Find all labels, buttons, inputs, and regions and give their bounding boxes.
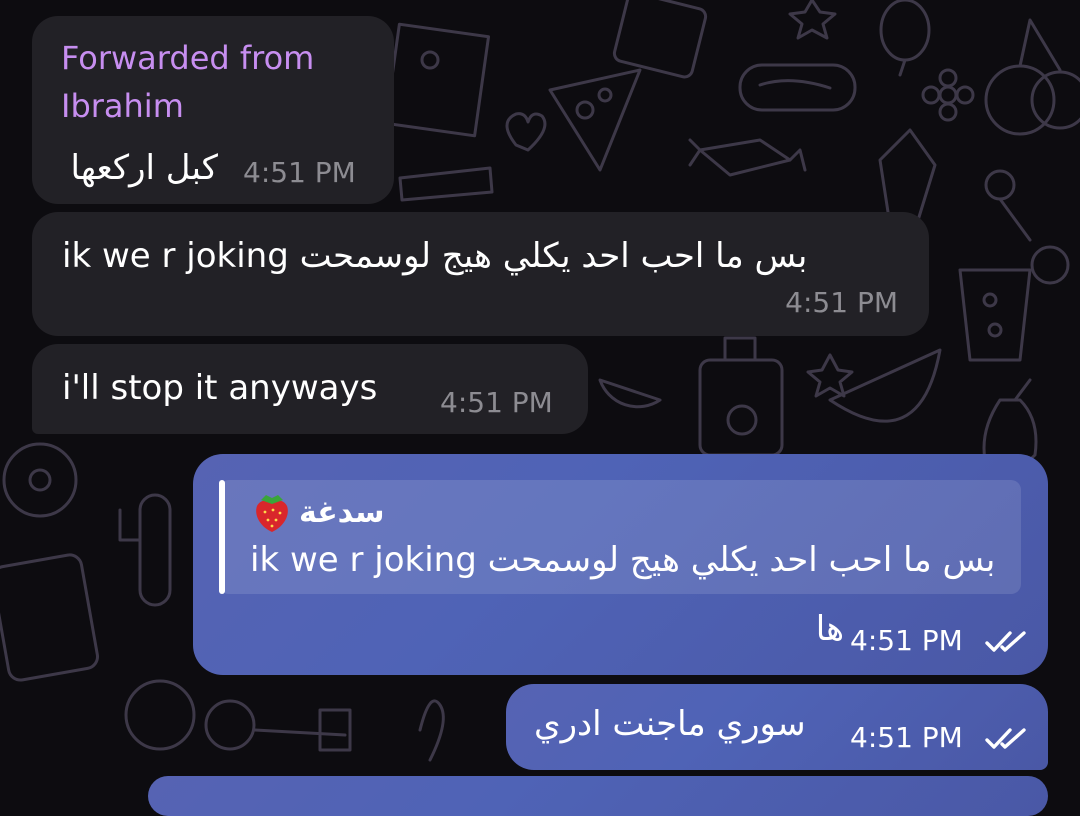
- reply-author-name: سدغة: [299, 494, 385, 530]
- forwarded-from-label[interactable]: Forwarded from Ibrahim: [61, 34, 381, 130]
- reply-accent-bar: [219, 480, 225, 594]
- message-text: بس ما احب احد يكلي هيج لوسمحت ik we r jo…: [62, 236, 808, 276]
- sparkle-doodle-icon: [806, 353, 854, 398]
- lime-doodle-icon: [598, 378, 662, 409]
- incoming-message-bubble[interactable]: بس ما احب احد يكلي هيج لوسمحت ik we r jo…: [32, 212, 929, 336]
- message-time: 4:51 PM: [850, 721, 963, 754]
- message-text: i'll stop it anyways: [62, 368, 378, 408]
- message-text: ها: [815, 609, 844, 649]
- balloon-doodle-icon: [879, 0, 931, 77]
- star-doodle-icon: [788, 0, 837, 40]
- message-text: كبل اركعها: [70, 148, 219, 188]
- toaster-doodle-icon: [0, 553, 99, 682]
- paperclip-doodle-icon: [418, 699, 445, 762]
- candy-doodle-icon: [688, 138, 807, 177]
- message-time: 4:51 PM: [785, 286, 898, 319]
- guitar-doodle-icon: [124, 679, 352, 752]
- calendar-doodle-icon: [612, 0, 708, 79]
- reply-quote-text: بس ما احب احد يكلي هيج لوسمحت ik we r jo…: [250, 540, 996, 580]
- flower-doodle-icon: [921, 68, 975, 122]
- outgoing-message-bubble[interactable]: [148, 776, 1048, 816]
- incoming-message-bubble[interactable]: i'll stop it anyways 4:51 PM: [32, 344, 588, 434]
- incoming-message-bubble[interactable]: Forwarded from Ibrahim كبل اركعها 4:51 P…: [32, 16, 394, 204]
- bottle-doodle-icon: [698, 336, 784, 457]
- message-time: 4:51 PM: [850, 624, 963, 657]
- strawberry-icon: [256, 495, 288, 532]
- hibiscus-doodle-icon: [2, 442, 78, 518]
- message-time: 4:51 PM: [440, 386, 553, 419]
- heart-doodle-icon: [505, 112, 547, 152]
- drink-doodle-icon: [958, 245, 1070, 362]
- outgoing-message-bubble[interactable]: سوري ماجنت ادري 4:51 PM: [506, 684, 1048, 770]
- read-checks-icon: [985, 728, 1026, 749]
- message-text: سوري ماجنت ادري: [534, 704, 806, 744]
- reply-quote[interactable]: سدغة بس ما احب احد يكلي هيج لوسمحت ik we…: [219, 480, 1021, 594]
- picture-frame-doodle-icon: [383, 22, 491, 138]
- watermelon-doodle-icon: [828, 348, 942, 423]
- message-time: 4:51 PM: [243, 156, 356, 189]
- read-checks-icon: [985, 631, 1026, 652]
- cherries-doodle-icon: [984, 18, 1080, 136]
- pencil-doodle-icon: [398, 166, 494, 202]
- cactus-doodle-icon: [118, 493, 172, 607]
- hotdog-doodle-icon: [738, 63, 857, 112]
- outgoing-message-bubble[interactable]: سدغة بس ما احب احد يكلي هيج لوسمحت ik we…: [193, 454, 1048, 675]
- pizza-doodle-icon: [548, 68, 642, 172]
- earphones-doodle-icon: [984, 169, 1032, 242]
- reply-author: سدغة: [251, 490, 385, 534]
